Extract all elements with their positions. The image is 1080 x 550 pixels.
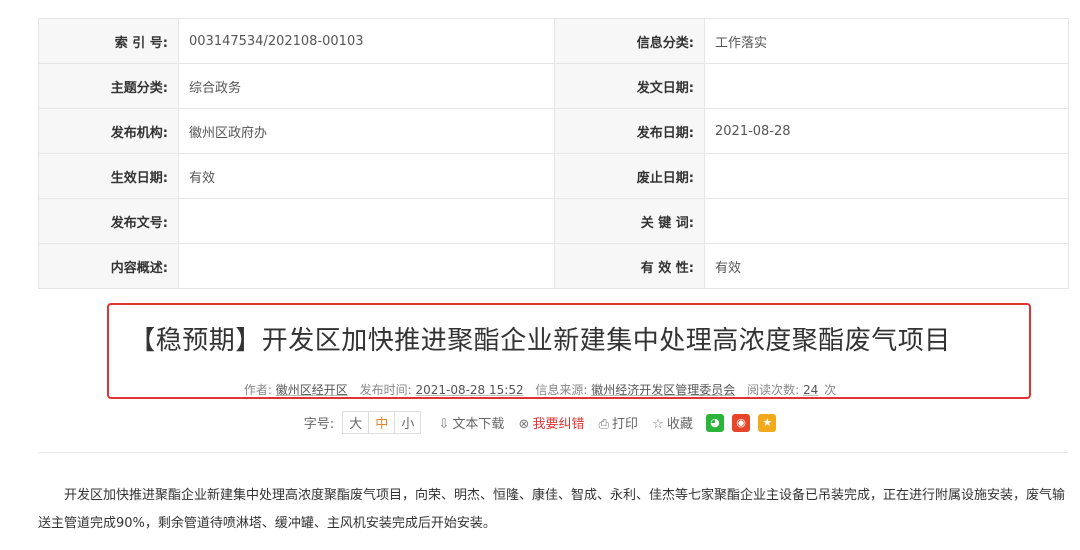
- wechat-share-icon[interactable]: ◕: [705, 413, 724, 432]
- meta-value: 2021-08-28: [704, 108, 1069, 154]
- meta-key: 内容概述:: [38, 243, 179, 289]
- meta-key: 发布机构:: [38, 108, 179, 154]
- meta-key: 废止日期:: [554, 153, 705, 199]
- meta-key: 发布日期:: [554, 108, 705, 154]
- font-size-large-button[interactable]: 大: [343, 412, 370, 433]
- meta-value: [178, 198, 555, 244]
- table-row: 主题分类: 综合政务 发文日期:: [38, 63, 1069, 109]
- table-row: 索 引 号: 003147534/202108-00103 信息分类: 工作落实: [38, 18, 1069, 64]
- meta-value: 徽州区政府办: [178, 108, 555, 154]
- meta-value: 003147534/202108-00103: [178, 18, 555, 64]
- print-label: 打印: [612, 417, 639, 432]
- divider: [38, 452, 1068, 453]
- read-count-unit: 次: [824, 383, 837, 397]
- favorite-label: 收藏: [666, 417, 693, 432]
- meta-key: 生效日期:: [38, 153, 179, 199]
- meta-key: 信息分类:: [554, 18, 705, 64]
- meta-key: 有 效 性:: [554, 243, 705, 289]
- article-byline: 作者: 徽州区经开区 发布时间: 2021-08-28 15:52 信息来源: …: [0, 381, 1080, 398]
- meta-value: 有效: [704, 243, 1069, 289]
- report-error-label: 我要纠错: [532, 417, 585, 432]
- meta-value: [178, 243, 555, 289]
- meta-key: 发布文号:: [38, 198, 179, 244]
- meta-key: 索 引 号:: [38, 18, 179, 64]
- publish-time-value: 2021-08-28 15:52: [415, 383, 524, 397]
- font-size-label: 字号:: [303, 417, 335, 432]
- meta-key: 发文日期:: [554, 63, 705, 109]
- qzone-share-icon[interactable]: ★: [758, 413, 777, 432]
- font-size-small-button[interactable]: 小: [395, 412, 420, 433]
- weibo-share-icon[interactable]: ◉: [732, 413, 751, 432]
- meta-value: 有效: [178, 153, 555, 199]
- table-row: 生效日期: 有效 废止日期:: [38, 153, 1069, 199]
- table-row: 发布文号: 关 键 词:: [38, 198, 1069, 244]
- read-count-value: 24: [803, 383, 819, 397]
- author-label: 作者:: [243, 383, 272, 397]
- print-icon: ⎙: [598, 417, 609, 432]
- source-label: 信息来源:: [535, 383, 588, 397]
- article-body: 开发区加快推进聚酯企业新建集中处理高浓度聚酯废气项目，向荣、明杰、恒隆、康佳、智…: [38, 488, 1066, 531]
- report-error-icon: ⊗: [518, 417, 530, 432]
- download-button[interactable]: ⇩ 文本下载: [438, 413, 504, 432]
- font-size-switcher: 大中小: [342, 411, 422, 434]
- report-error-button[interactable]: ⊗ 我要纠错: [519, 413, 585, 432]
- article-title: 【稳预期】开发区加快推进聚酯企业新建集中处理高浓度聚酯废气项目: [129, 326, 951, 356]
- favorite-icon: ☆: [652, 417, 664, 432]
- publish-time-label: 发布时间:: [359, 383, 412, 397]
- meta-value: 工作落实: [704, 18, 1069, 64]
- author-value: 徽州区经开区: [275, 383, 348, 397]
- download-label: 文本下载: [452, 417, 505, 432]
- read-count-label: 阅读次数:: [747, 383, 800, 397]
- download-icon: ⇩: [438, 417, 450, 432]
- meta-value: [704, 153, 1069, 199]
- meta-value: [704, 63, 1069, 109]
- print-button[interactable]: ⎙ 打印: [599, 413, 638, 432]
- article-toolbar: 字号: 大中小 ⇩ 文本下载 ⊗ 我要纠错 ⎙ 打印 ☆ 收藏 ◕ ◉ ★: [0, 411, 1080, 434]
- font-size-medium-button[interactable]: 中: [369, 412, 396, 433]
- metadata-table: 索 引 号: 003147534/202108-00103 信息分类: 工作落实…: [38, 18, 1069, 289]
- favorite-button[interactable]: ☆ 收藏: [652, 413, 693, 432]
- source-value: 徽州经济开发区管理委员会: [591, 383, 736, 397]
- meta-value: [704, 198, 1069, 244]
- meta-key: 关 键 词:: [554, 198, 705, 244]
- table-row: 发布机构: 徽州区政府办 发布日期: 2021-08-28: [38, 108, 1069, 154]
- table-row: 内容概述: 有 效 性: 有效: [38, 243, 1069, 289]
- meta-value: 综合政务: [178, 63, 555, 109]
- meta-key: 主题分类:: [38, 63, 179, 109]
